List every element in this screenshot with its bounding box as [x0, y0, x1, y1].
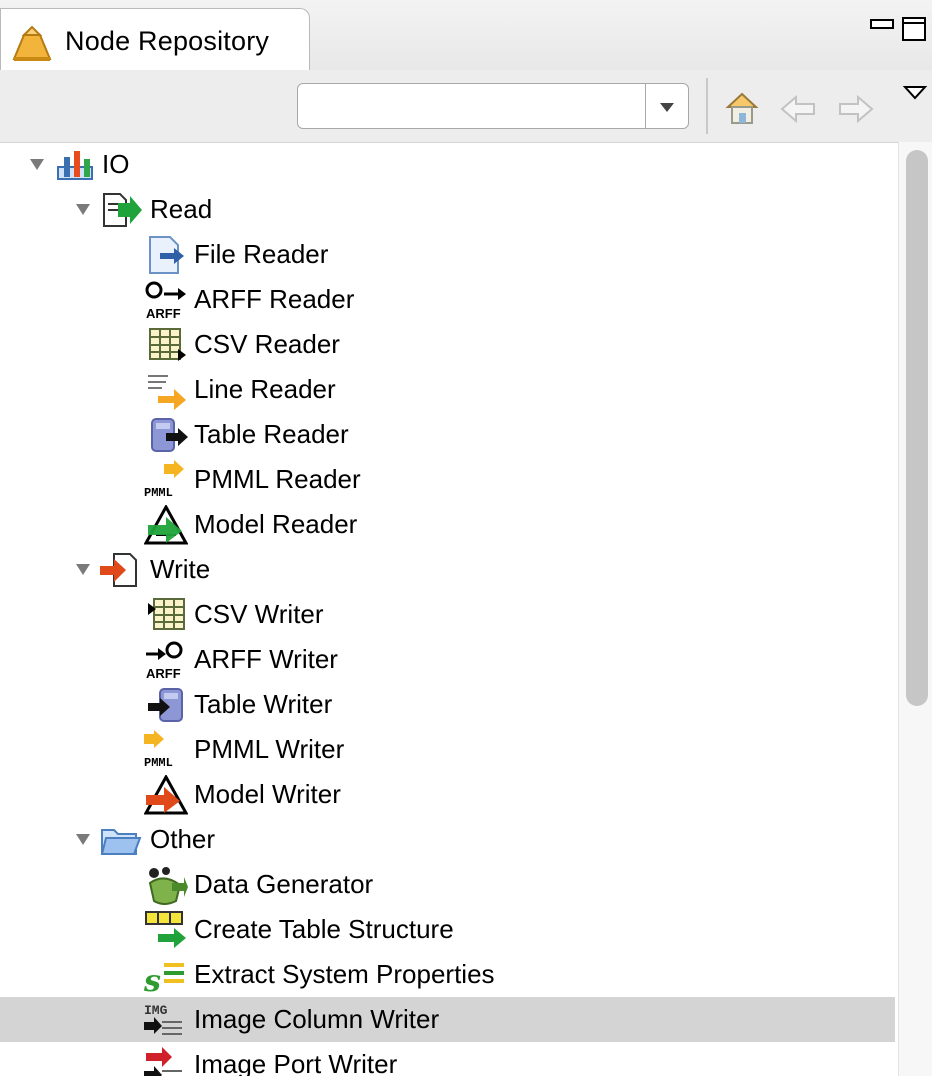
- tree-label: PMML Writer: [194, 734, 345, 764]
- svg-text:ARFF: ARFF: [146, 666, 181, 680]
- tree-node-other[interactable]: Other: [0, 817, 895, 862]
- image-column-writer-icon: IMG: [144, 1003, 182, 1035]
- folder-open-icon: [100, 829, 142, 855]
- expanded-triangle-icon[interactable]: [74, 200, 92, 218]
- tree-label: File Reader: [194, 239, 329, 269]
- tree-label: Line Reader: [194, 374, 336, 404]
- file-reader-icon: [149, 236, 184, 274]
- maximize-icon[interactable]: [900, 14, 928, 42]
- expanded-triangle-icon[interactable]: [28, 155, 46, 173]
- tree-node-read[interactable]: Read: [0, 187, 895, 232]
- node-repository-tab[interactable]: Node Repository: [0, 8, 310, 70]
- tree-label: Image Port Writer: [194, 1049, 398, 1076]
- tree-leaf-arff-writer[interactable]: ARFF ARFF Writer: [0, 637, 895, 682]
- svg-text:IMG: IMG: [144, 1003, 168, 1018]
- tree-label: Model Reader: [194, 509, 358, 539]
- chevron-down-icon: [660, 103, 674, 112]
- view-tab-strip: Node Repository: [0, 0, 932, 71]
- pmml-writer-icon: PMML: [144, 730, 173, 770]
- tree-leaf-csv-writer[interactable]: CSV Writer: [0, 592, 895, 637]
- tree-label: CSV Reader: [194, 329, 340, 359]
- tab-title: Node Repository: [65, 26, 270, 56]
- tree-label: Read: [150, 194, 213, 224]
- tree-leaf-table-reader[interactable]: Table Reader: [0, 412, 895, 457]
- back-arrow-icon[interactable]: [780, 94, 818, 124]
- tree-label: Data Generator: [194, 869, 374, 899]
- pmml-reader-icon: PMML: [144, 460, 184, 500]
- svg-text:s: s: [144, 964, 161, 995]
- extract-system-properties-icon: s: [144, 963, 184, 995]
- tree-label: ARFF Writer: [194, 644, 338, 674]
- svg-text:PMML: PMML: [144, 486, 173, 500]
- search-input[interactable]: [306, 90, 640, 124]
- table-reader-icon: [151, 418, 188, 452]
- arff-writer-icon: ARFF: [146, 641, 183, 680]
- tree-leaf-data-generator[interactable]: Data Generator: [0, 862, 895, 907]
- csv-reader-icon: [149, 328, 186, 361]
- tree-label: PMML Reader: [194, 464, 361, 494]
- tree-node-io[interactable]: IO: [0, 142, 895, 187]
- tree-label: IO: [102, 149, 130, 179]
- data-generator-icon: [148, 867, 188, 905]
- tree-label: Image Column Writer: [194, 1004, 440, 1034]
- table-writer-icon: [148, 688, 183, 722]
- tree-leaf-image-port-writer[interactable]: Image Port Writer: [0, 1042, 895, 1076]
- minimize-icon[interactable]: [868, 14, 896, 42]
- image-port-writer-icon: [144, 1047, 182, 1076]
- tree-leaf-file-reader[interactable]: File Reader: [0, 232, 895, 277]
- forward-arrow-icon[interactable]: [836, 94, 874, 124]
- expanded-triangle-icon[interactable]: [74, 560, 92, 578]
- line-reader-icon: [148, 375, 186, 410]
- scrollbar-thumb[interactable]: [906, 150, 928, 706]
- read-category-icon: [103, 193, 142, 227]
- node-repository-icon: [12, 25, 52, 61]
- view-menu-icon[interactable]: [902, 84, 928, 102]
- tree-leaf-create-table-structure[interactable]: Create Table Structure: [0, 907, 895, 952]
- view-toolbar: [0, 70, 932, 143]
- tree-label: ARFF Reader: [194, 284, 355, 314]
- expanded-triangle-icon[interactable]: [74, 830, 92, 848]
- node-repository-tree: IO Read File Reader ARFF ARFF Reader CSV…: [0, 142, 905, 1076]
- tree-leaf-model-reader[interactable]: Model Reader: [0, 502, 895, 547]
- csv-writer-icon: [148, 598, 185, 630]
- tree-label: Write: [150, 554, 211, 584]
- tree-leaf-csv-reader[interactable]: CSV Reader: [0, 322, 895, 367]
- tree-label: Extract System Properties: [194, 959, 495, 989]
- tree-label: Create Table Structure: [194, 914, 454, 944]
- model-writer-icon: [144, 775, 188, 815]
- tree-leaf-extract-system-properties[interactable]: s Extract System Properties: [0, 952, 895, 997]
- tree-leaf-pmml-reader[interactable]: PMML PMML Reader: [0, 457, 895, 502]
- arff-reader-icon: ARFF: [145, 281, 186, 320]
- svg-text:ARFF: ARFF: [146, 306, 181, 320]
- tree-leaf-arff-reader[interactable]: ARFF ARFF Reader: [0, 277, 895, 322]
- tree-label: Table Reader: [194, 419, 349, 449]
- tree-leaf-image-column-writer[interactable]: IMG Image Column Writer: [0, 997, 895, 1042]
- tree-node-write[interactable]: Write: [0, 547, 895, 592]
- create-table-structure-icon: [145, 911, 186, 948]
- tree-leaf-table-writer[interactable]: Table Writer: [0, 682, 895, 727]
- search-dropdown-button[interactable]: [645, 84, 688, 128]
- write-category-icon: [100, 553, 137, 587]
- model-reader-icon: [144, 505, 188, 545]
- tree-label: Table Writer: [194, 689, 333, 719]
- toolbar-separator: [706, 78, 708, 134]
- tree-label: CSV Writer: [194, 599, 324, 629]
- io-category-icon: [57, 151, 93, 180]
- tree-leaf-line-reader[interactable]: Line Reader: [0, 367, 895, 412]
- svg-text:PMML: PMML: [144, 756, 173, 770]
- search-combo[interactable]: [297, 83, 689, 129]
- tree-label: Model Writer: [194, 779, 341, 809]
- tree-label: Other: [150, 824, 216, 854]
- home-icon[interactable]: [724, 90, 760, 126]
- tree-leaf-pmml-writer[interactable]: PMML PMML Writer: [0, 727, 895, 772]
- tree-leaf-model-writer[interactable]: Model Writer: [0, 772, 895, 817]
